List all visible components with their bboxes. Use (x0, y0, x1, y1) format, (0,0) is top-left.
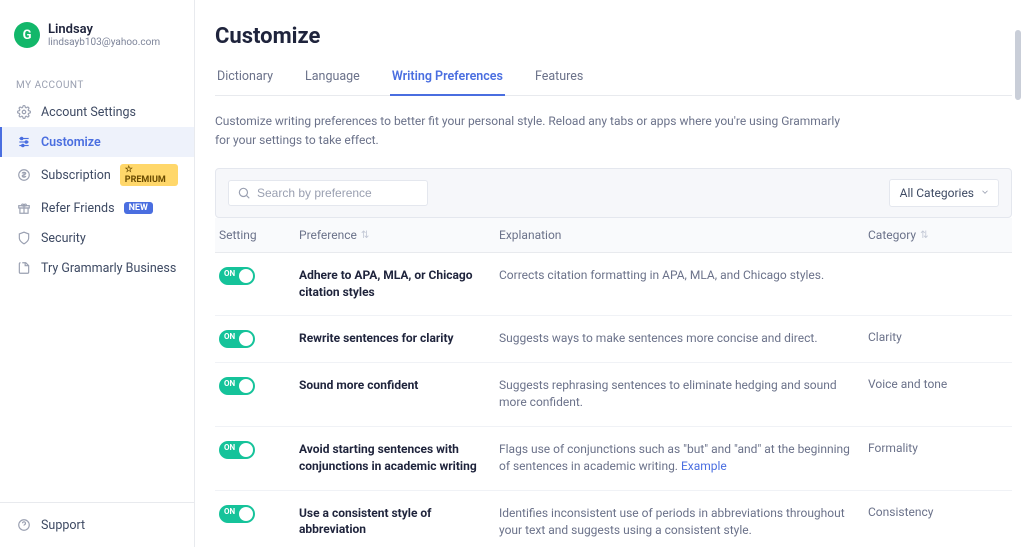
tab-features[interactable]: Features (533, 63, 585, 95)
preference-name: Use a consistent style of abbreviation (299, 505, 499, 539)
toggle-on-label: ON (224, 269, 235, 278)
export-icon (16, 260, 32, 276)
toggle-switch[interactable]: ON (219, 267, 255, 285)
sidebar-item-label: Subscription (41, 168, 111, 183)
example-link[interactable]: Example (681, 459, 727, 473)
sidebar-footer: Support (0, 502, 194, 547)
preference-category: Voice and tone (868, 377, 1008, 391)
sort-icon: ⇅ (920, 230, 928, 241)
shield-icon (16, 230, 32, 246)
col-category[interactable]: Category ⇅ (868, 228, 1008, 242)
description-line1: Customize writing preferences to better … (215, 114, 840, 128)
preference-category: Formality (868, 441, 1008, 455)
profile-email: lindsayb103@yahoo.com (48, 37, 160, 48)
sidebar-item-subscription[interactable]: Subscription ☆ PREMIUM (0, 157, 194, 193)
sidebar-item-account-settings[interactable]: Account Settings (0, 97, 194, 127)
sidebar-item-label: Support (41, 518, 85, 533)
filter-bar: All Categories (215, 168, 1012, 218)
tab-language[interactable]: Language (303, 63, 362, 95)
toggle-on-label: ON (224, 443, 235, 452)
sidebar: G Lindsay lindsayb103@yahoo.com MY ACCOU… (0, 0, 195, 547)
preference-explanation: Corrects citation formatting in APA, MLA… (499, 267, 868, 284)
toggle-switch[interactable]: ON (219, 441, 255, 459)
sidebar-item-label: Customize (41, 135, 101, 150)
main-content: Customize Dictionary Language Writing Pr… (195, 0, 1024, 547)
preference-name: Sound more confident (299, 377, 499, 394)
preference-category: Clarity (868, 330, 1008, 344)
table-row: ON Avoid starting sentences with conjunct… (215, 427, 1012, 491)
profile-block: G Lindsay lindsayb103@yahoo.com (0, 22, 194, 68)
sidebar-nav: Account Settings Customize Subscription … (0, 97, 194, 283)
toggle-switch[interactable]: ON (219, 330, 255, 348)
preference-explanation: Flags use of conjunctions such as "but" … (499, 441, 868, 476)
table-row: ON Rewrite sentences for claritySuggests … (215, 316, 1012, 363)
category-select-label: All Categories (900, 186, 974, 200)
search-input[interactable] (257, 186, 419, 200)
sidebar-item-label: Account Settings (41, 105, 136, 120)
table-row: ON Sound more confidentSuggests rephrasin… (215, 363, 1012, 427)
toggle-on-label: ON (224, 332, 235, 341)
col-preference-label: Preference (299, 228, 357, 242)
col-setting: Setting (219, 228, 299, 242)
toggle-on-label: ON (224, 507, 235, 516)
page-title: Customize (215, 24, 1012, 49)
col-preference[interactable]: Preference ⇅ (299, 228, 499, 242)
dollar-icon (16, 167, 32, 183)
question-icon (16, 517, 32, 533)
sidebar-item-grammarly-business[interactable]: Try Grammarly Business (0, 253, 194, 283)
preference-explanation: Identifies inconsistent use of periods i… (499, 505, 868, 540)
preference-explanation: Suggests ways to make sentences more con… (499, 330, 868, 347)
scrollbar[interactable] (1015, 30, 1021, 100)
table-body[interactable]: ON Adhere to APA, MLA, or Chicago citatio… (215, 253, 1012, 547)
sidebar-item-label: Security (41, 231, 86, 246)
chevron-down-icon (980, 186, 990, 200)
page-description: Customize writing preferences to better … (215, 96, 855, 168)
sidebar-item-label: Try Grammarly Business (41, 261, 176, 276)
gear-icon (16, 104, 32, 120)
col-category-label: Category (868, 228, 916, 242)
category-select[interactable]: All Categories (889, 179, 999, 207)
toggle-switch[interactable]: ON (219, 377, 255, 395)
preference-category: Consistency (868, 505, 1008, 519)
search-wrap[interactable] (228, 180, 428, 206)
sidebar-item-support[interactable]: Support (0, 503, 194, 547)
description-line2: for your settings to take effect. (215, 133, 379, 147)
gift-icon (16, 200, 32, 216)
sidebar-section-label: MY ACCOUNT (0, 74, 194, 97)
toggle-switch[interactable]: ON (219, 505, 255, 523)
sliders-icon (16, 134, 32, 150)
profile-name: Lindsay (48, 22, 160, 37)
tabs: Dictionary Language Writing Preferences … (215, 63, 1012, 96)
sidebar-item-customize[interactable]: Customize (0, 127, 194, 157)
preference-name: Rewrite sentences for clarity (299, 330, 499, 347)
preference-name: Avoid starting sentences with conjunctio… (299, 441, 499, 475)
tab-writing-preferences[interactable]: Writing Preferences (390, 63, 505, 96)
tab-dictionary[interactable]: Dictionary (215, 63, 275, 95)
toggle-on-label: ON (224, 379, 235, 388)
sidebar-item-label: Refer Friends (41, 201, 115, 216)
table-row: ON Adhere to APA, MLA, or Chicago citatio… (215, 253, 1012, 316)
sort-icon: ⇅ (361, 230, 369, 241)
table-row: ON Use a consistent style of abbreviation… (215, 491, 1012, 547)
table-header: Setting Preference ⇅ Explanation Categor… (215, 218, 1012, 253)
premium-badge: ☆ PREMIUM (120, 164, 178, 186)
search-icon (237, 186, 251, 200)
sidebar-item-refer-friends[interactable]: Refer Friends NEW (0, 193, 194, 223)
new-badge: NEW (124, 202, 153, 214)
preference-explanation: Suggests rephrasing sentences to elimina… (499, 377, 868, 412)
preference-name: Adhere to APA, MLA, or Chicago citation … (299, 267, 499, 301)
col-explanation: Explanation (499, 228, 868, 242)
avatar: G (14, 22, 40, 48)
sidebar-item-security[interactable]: Security (0, 223, 194, 253)
